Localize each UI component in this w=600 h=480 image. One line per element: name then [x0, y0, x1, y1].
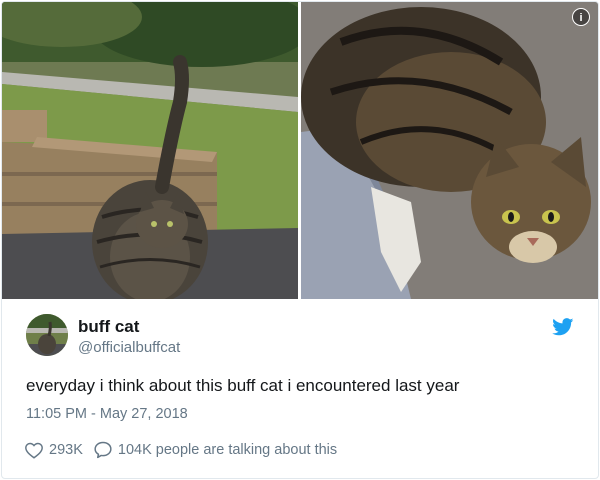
tweet-card[interactable]: i buff cat @officialbuffcat everyday i t… — [1, 1, 599, 479]
tweet-text: everyday i think about this buff cat i e… — [26, 376, 460, 395]
cat-photo-right[interactable] — [301, 2, 598, 299]
tweet-media: i — [2, 2, 598, 299]
info-icon[interactable]: i — [572, 8, 590, 26]
tweet-header: buff cat @officialbuffcat — [26, 314, 576, 364]
like-button[interactable]: 293K — [24, 441, 83, 459]
conversation-text: 104K people are talking about this — [117, 441, 338, 458]
cat-photo-left[interactable] — [2, 2, 298, 299]
like-count: 293K — [49, 441, 83, 458]
user-handle[interactable]: @officialbuffcat — [78, 339, 180, 356]
avatar[interactable] — [26, 314, 68, 356]
twitter-bird-icon[interactable] — [552, 318, 574, 336]
display-name[interactable]: buff cat — [78, 317, 139, 337]
tweet-timestamp[interactable]: 11:05 PM - May 27, 2018 — [26, 406, 188, 422]
heart-icon — [25, 442, 43, 459]
speech-bubble-icon — [94, 441, 112, 459]
reply-button[interactable]: 104K people are talking about this — [93, 440, 337, 459]
tweet-actions: 293K 104K people are talking about this — [24, 440, 337, 459]
